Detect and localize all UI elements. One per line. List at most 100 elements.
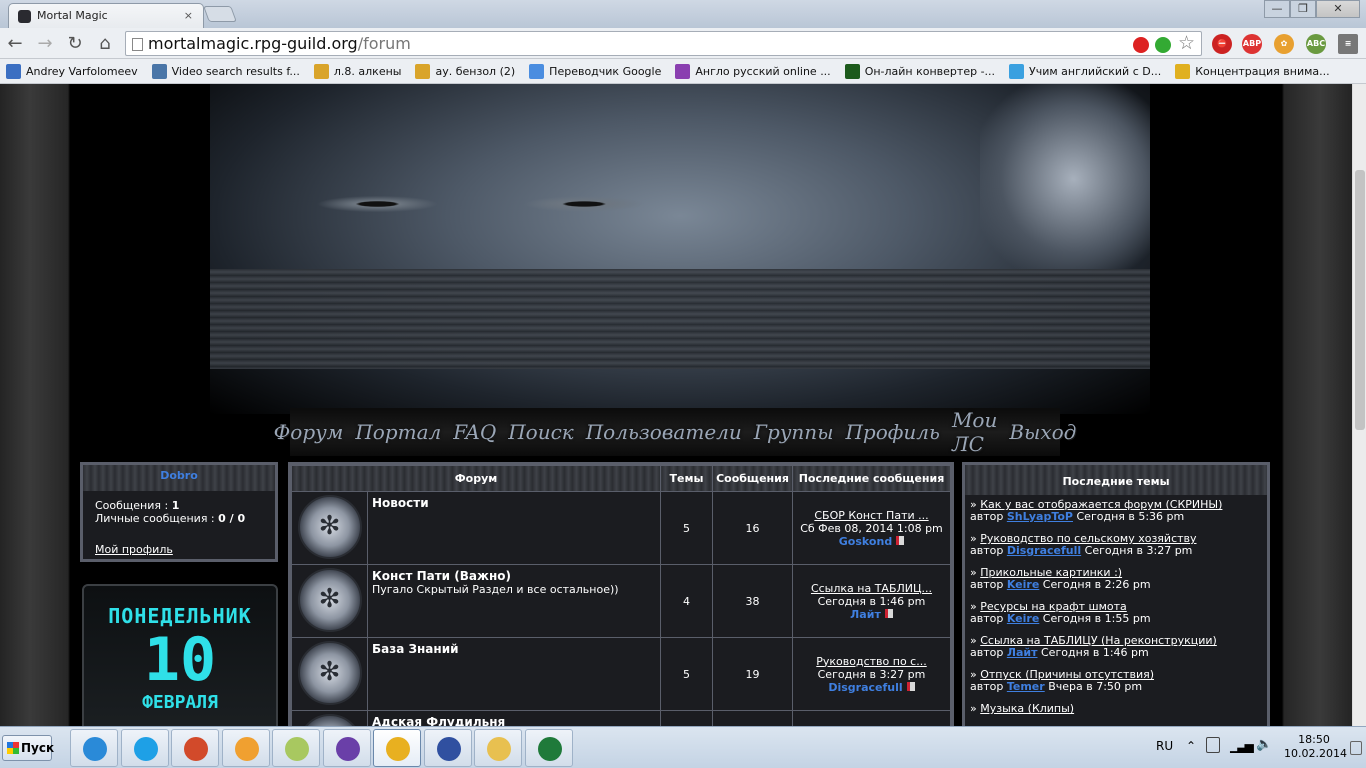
scrollbar-thumb[interactable] xyxy=(1355,170,1365,430)
nav-forum[interactable]: Форум xyxy=(274,420,344,444)
topics-count: 4 xyxy=(660,564,713,638)
my-profile-link[interactable]: Мой профиль xyxy=(95,543,263,556)
date-widget: ПОНЕДЕЛЬНИК 10 ФЕВРАЛЯ xyxy=(82,584,278,726)
page-scrollbar[interactable] xyxy=(1352,84,1366,726)
start-button[interactable]: Пуск xyxy=(2,735,54,761)
latest-topic-author[interactable]: ShLyapToP xyxy=(1007,510,1073,523)
last-post-date: Сб Фев 08, 2014 1:08 pm xyxy=(800,521,943,535)
bookmark-item[interactable]: Переводчик Google xyxy=(529,63,661,79)
goto-last-post-icon[interactable] xyxy=(896,535,905,545)
goto-last-post-icon[interactable] xyxy=(884,608,893,618)
spellcheck-extension-icon[interactable]: ABC xyxy=(1306,34,1326,54)
check-extension-icon[interactable] xyxy=(1155,37,1171,53)
bookmark-item[interactable]: Концентрация внима... xyxy=(1175,63,1330,79)
chrome-menu-icon[interactable]: ≡ xyxy=(1338,34,1358,54)
tray-device-icon[interactable] xyxy=(1206,737,1220,753)
bookmark-item[interactable]: Andrey Varfolomeev xyxy=(6,63,138,79)
pro-extension-icon[interactable] xyxy=(1133,37,1149,53)
bookmark-item[interactable]: Video search results f... xyxy=(151,63,300,79)
taskbar-app-button[interactable] xyxy=(423,729,472,767)
taskbar-app-button[interactable] xyxy=(373,729,421,767)
taskbar-app-button[interactable] xyxy=(171,729,219,767)
username[interactable]: Dobro xyxy=(83,465,275,491)
nav-groups[interactable]: Группы xyxy=(754,420,834,444)
taskbar-app-button[interactable] xyxy=(70,729,118,767)
taskbar-app-button[interactable] xyxy=(272,729,320,767)
nav-faq[interactable]: FAQ xyxy=(453,420,496,444)
system-clock[interactable]: 18:50 10.02.2014 xyxy=(1284,733,1347,761)
last-post-date: Сегодня в 3:27 pm xyxy=(817,667,926,681)
windows-taskbar: Пуск RU ⌃ ▁▃▅ 🔈 18:50 10.02.2014 xyxy=(0,726,1366,768)
flower-extension-icon[interactable]: ✿ xyxy=(1274,34,1294,54)
latest-topic-author[interactable]: Temer xyxy=(1007,680,1045,693)
latest-topic-time: Сегодня в 2:26 pm xyxy=(1042,578,1151,591)
latest-topic-item: » Как у вас отображается форум (СКРИНЫ) а… xyxy=(965,495,1267,529)
home-icon[interactable]: ⌂ xyxy=(94,33,116,54)
nav-users[interactable]: Пользователи xyxy=(586,420,742,444)
last-post-link[interactable]: Ссылка на ТАБЛИЦ... xyxy=(811,582,932,595)
back-arrow-icon[interactable]: ← xyxy=(4,33,26,54)
show-desktop-button[interactable] xyxy=(1350,741,1362,755)
volume-icon[interactable]: 🔈 xyxy=(1256,737,1272,752)
bookmark-item[interactable]: Учим английский с D... xyxy=(1009,63,1161,79)
by-label: автор xyxy=(970,680,1004,693)
address-bar[interactable]: mortalmagic.rpg-guild.org/forum ☆ xyxy=(125,31,1202,56)
save-floppy-icon xyxy=(436,737,461,761)
close-window-button[interactable]: ✕ xyxy=(1316,0,1360,18)
taskbar-app-button[interactable] xyxy=(524,729,573,767)
adblock-extension-icon[interactable]: ⛔ xyxy=(1212,34,1232,54)
latest-topic-time: Сегодня в 1:55 pm xyxy=(1042,612,1151,625)
bookmark-item[interactable]: Англо русский online ... xyxy=(675,63,831,79)
pm-count: 0 / 0 xyxy=(218,512,246,525)
forum-icon-cell xyxy=(291,637,368,711)
latest-topic-author[interactable]: Disgracefull xyxy=(1007,544,1081,557)
col-topics: Темы xyxy=(660,465,713,492)
last-post-link[interactable]: СБОР Конст Пати ... xyxy=(814,509,928,522)
forum-title-link[interactable]: Адская Флудильня xyxy=(372,715,656,726)
latest-topic-author[interactable]: Keire xyxy=(1007,612,1039,625)
forum-emblem-icon xyxy=(297,494,362,559)
tray-expand-icon[interactable]: ⌃ xyxy=(1186,739,1196,753)
nav-pm[interactable]: Мои ЛС xyxy=(952,408,997,456)
forum-title-link[interactable]: База Знаний xyxy=(372,642,656,656)
bookmark-item[interactable]: Он-лайн конвертер -... xyxy=(844,63,996,79)
taskbar-app-button[interactable] xyxy=(221,729,270,767)
browser-tab[interactable]: Mortal Magic × xyxy=(8,3,204,28)
taskbar-app-button[interactable] xyxy=(474,729,522,767)
last-post-author[interactable]: Лайт xyxy=(850,608,881,621)
nav-profile[interactable]: Профиль xyxy=(845,420,939,444)
network-signal-icon[interactable]: ▁▃▅ xyxy=(1230,739,1254,753)
latest-topic-author[interactable]: Лайт xyxy=(1007,646,1038,659)
last-post-cell: Руководство по с... Сегодня в 3:27 pm Disg… xyxy=(792,637,951,711)
forum-page: Форум Портал FAQ Поиск Пользователи Груп… xyxy=(0,84,1352,726)
maximize-button[interactable]: ❐ xyxy=(1290,0,1316,18)
latest-topic-link[interactable]: Музыка (Клипы) xyxy=(980,702,1074,715)
browser-titlebar: Mortal Magic × — ❐ ✕ xyxy=(0,0,1366,28)
bookmark-favicon-icon xyxy=(151,63,167,79)
bookmark-item[interactable]: л.8. алкены xyxy=(313,63,401,79)
forward-arrow-icon[interactable]: → xyxy=(34,33,56,54)
goto-last-post-icon[interactable] xyxy=(906,681,915,691)
abp-extension-icon[interactable]: ABP xyxy=(1242,34,1262,54)
nav-portal[interactable]: Портал xyxy=(355,420,441,444)
messages-label: Сообщения : xyxy=(95,499,169,512)
last-post-link[interactable]: Руководство по с... xyxy=(816,655,926,668)
bookmark-star-icon[interactable]: ☆ xyxy=(1178,32,1195,54)
tab-close-icon[interactable]: × xyxy=(184,9,193,22)
nav-logout[interactable]: Выход xyxy=(1009,420,1076,444)
language-indicator[interactable]: RU xyxy=(1156,739,1173,753)
latest-topic-author[interactable]: Keire xyxy=(1007,578,1039,591)
taskbar-app-button[interactable] xyxy=(322,729,371,767)
new-tab-button[interactable] xyxy=(203,6,237,22)
minimize-button[interactable]: — xyxy=(1264,0,1290,18)
last-post-author[interactable]: Disgracefull xyxy=(828,681,902,694)
taskbar-app-button[interactable] xyxy=(120,729,169,767)
bookmark-label: Он-лайн конвертер -... xyxy=(864,64,996,78)
nav-search[interactable]: Поиск xyxy=(508,420,574,444)
reload-icon[interactable]: ↻ xyxy=(64,33,86,54)
forum-title-link[interactable]: Новости xyxy=(372,496,656,510)
bookmark-item[interactable]: ау. бензол (2) xyxy=(415,63,515,79)
forum-title-link[interactable]: Конст Пати (Важно) xyxy=(372,569,656,583)
posts-count: 19 xyxy=(712,637,793,711)
last-post-author[interactable]: Goskond xyxy=(839,535,892,548)
